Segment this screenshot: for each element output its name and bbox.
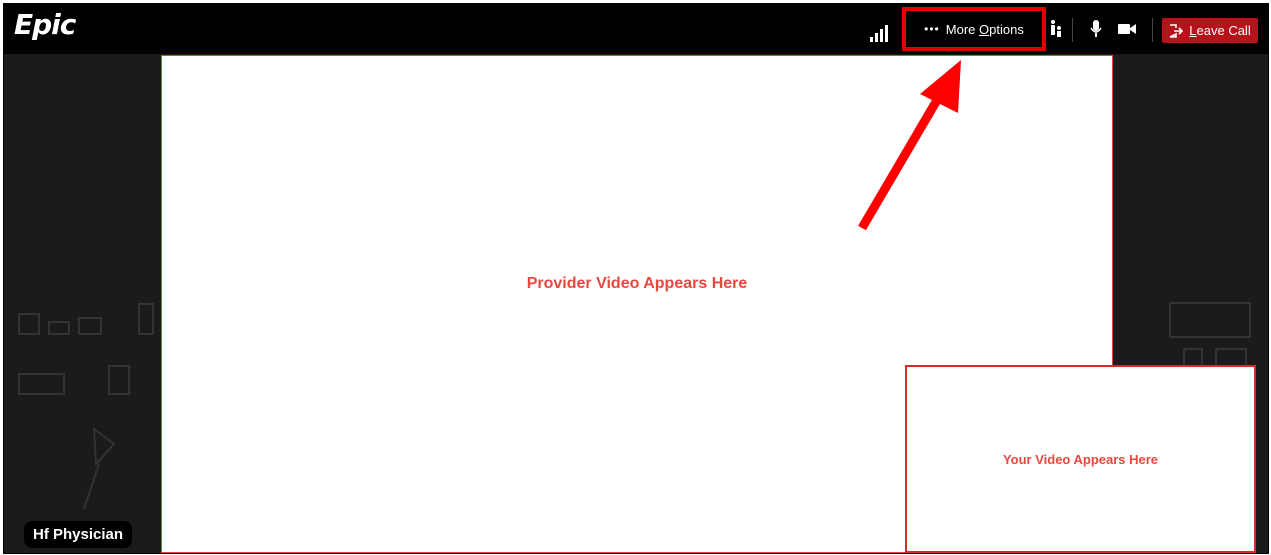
more-options-label: More Options (945, 21, 1024, 37)
top-toolbar: Epic ••• More Options Leave Call (4, 4, 1268, 54)
camera-icon[interactable] (1118, 23, 1136, 35)
toolbar-divider (1152, 18, 1153, 42)
more-options-button[interactable]: ••• More Options (902, 7, 1046, 51)
leave-call-label: Leave Call (1189, 23, 1251, 38)
self-video-label: Your Video Appears Here (1002, 451, 1159, 467)
epic-logo: Epic (14, 8, 76, 41)
leave-call-button[interactable]: Leave Call (1162, 18, 1258, 43)
microphone-icon[interactable] (1089, 19, 1103, 39)
more-dots-icon: ••• (924, 22, 940, 36)
signal-strength-icon (870, 22, 888, 42)
leave-icon (1169, 23, 1184, 38)
self-video-area[interactable]: Your Video Appears Here (905, 365, 1256, 553)
provider-video-label: Provider Video Appears Here (526, 275, 748, 292)
participant-name-tag: Hf Physician (24, 521, 133, 548)
toolbar-divider (1072, 18, 1073, 42)
background-room-left (18, 303, 154, 510)
participants-icon[interactable] (1049, 19, 1063, 39)
video-call-window: Epic ••• More Options Leave Call Provide… (3, 3, 1269, 554)
